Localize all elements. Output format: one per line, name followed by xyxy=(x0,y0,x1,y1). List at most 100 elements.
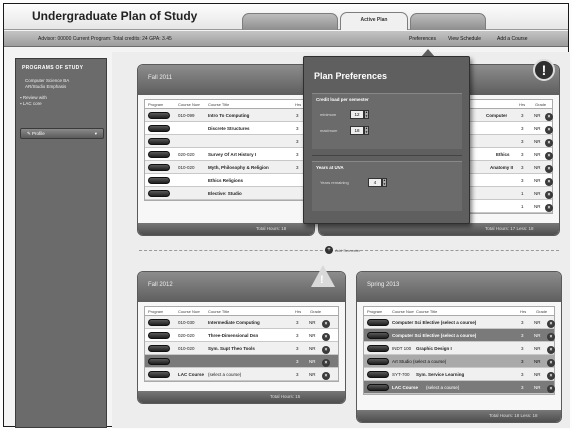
course-grade: NR xyxy=(534,333,541,338)
remove-course-icon[interactable]: × xyxy=(322,320,330,328)
add-semester-label[interactable]: Add Semester xyxy=(335,248,360,253)
profile-button[interactable]: ✎ Profile ▾ xyxy=(20,128,104,139)
table-row[interactable]: Ethics Religions xyxy=(145,174,307,187)
program-tag[interactable] xyxy=(367,345,389,352)
tab-previous-plan[interactable] xyxy=(242,13,338,30)
course-grade: NR xyxy=(534,359,541,364)
program-tag[interactable] xyxy=(148,371,170,378)
col-program: Program xyxy=(367,309,383,314)
course-grade: NR xyxy=(534,126,541,131)
course-title: Graphic Design I xyxy=(416,346,452,351)
program-tag[interactable] xyxy=(148,125,170,132)
course-title: Sym. Service Learning xyxy=(416,372,465,377)
table-row[interactable]: LAC Course (select a course) 3 NR × xyxy=(364,381,555,394)
program-tag[interactable] xyxy=(148,151,170,158)
course-grade: NR xyxy=(534,139,541,144)
program-tag[interactable] xyxy=(367,371,389,378)
col-course-num: Course Num xyxy=(178,102,201,107)
program-tag[interactable] xyxy=(148,177,170,184)
col-course-num: Course Num xyxy=(392,309,415,314)
preferences-link[interactable]: Preferences xyxy=(409,36,436,42)
table-row[interactable]: 020-020 Three-Dimensional Dsn 3 NR × xyxy=(145,329,338,342)
program-tag[interactable] xyxy=(148,319,170,326)
program-tag[interactable] xyxy=(148,345,170,352)
remove-course-icon[interactable]: × xyxy=(322,359,330,367)
semester-name: Spring 2013 xyxy=(367,282,400,288)
table-row[interactable]: Elective: Studio xyxy=(145,187,307,200)
program-tag[interactable] xyxy=(148,358,170,365)
remove-course-icon[interactable]: × xyxy=(547,385,555,393)
table-row[interactable]: 010-020 Myth, Philosophy & Religion 3 xyxy=(145,161,307,174)
remove-course-icon[interactable]: × xyxy=(545,113,553,121)
max-credits-arrows[interactable]: ▲ ▼ xyxy=(364,126,369,135)
min-credits-stepper[interactable]: 12 xyxy=(350,110,364,119)
table-row[interactable]: 3 NR × xyxy=(145,355,338,368)
course-hrs: 3 xyxy=(296,152,299,157)
program-tag[interactable] xyxy=(148,138,170,145)
sidebar-bullet-text: LAC core xyxy=(22,101,42,106)
table-row[interactable]: Discrete Structures 3 xyxy=(145,122,307,135)
course-hrs: 3 xyxy=(296,113,299,118)
add-course-link[interactable]: Add a Course xyxy=(497,36,528,42)
popover-title: Plan Preferences xyxy=(314,71,388,81)
years-arrows[interactable]: ▲ ▼ xyxy=(382,178,387,187)
semester-name: Fall 2012 xyxy=(148,282,173,288)
table-row[interactable]: 010-030 Intermediate Computing 3 NR × xyxy=(145,316,338,329)
remove-course-icon[interactable]: × xyxy=(547,346,555,354)
program-tag[interactable] xyxy=(148,332,170,339)
table-row[interactable]: LAC Course (select a course) 3 NR × xyxy=(145,368,338,381)
table-row[interactable]: Art Studio (select a course) 3 NR × xyxy=(364,355,555,368)
course-num: 010-020 xyxy=(178,165,195,170)
program-tag[interactable] xyxy=(367,384,389,391)
remove-course-icon[interactable]: × xyxy=(545,191,553,199)
col-course-title: Course Title xyxy=(416,309,438,314)
course-title: (select a course) xyxy=(208,372,242,377)
tab-active-plan[interactable]: Active Plan xyxy=(340,12,408,30)
table-row[interactable]: INDT 100 Graphic Design I 3 NR × xyxy=(364,342,555,355)
remove-course-icon[interactable]: × xyxy=(545,165,553,173)
table-row[interactable]: 010-020 Sym. Supt Theo Tools 3 NR × xyxy=(145,342,338,355)
remove-course-icon[interactable]: × xyxy=(547,333,555,341)
program-tag[interactable] xyxy=(367,332,389,339)
course-num: LAC Course xyxy=(178,372,205,377)
max-credits-stepper[interactable]: 18 xyxy=(350,126,364,135)
years-stepper[interactable]: 4 xyxy=(368,178,382,187)
table-row[interactable]: 010-099 Intro To Computing 3 xyxy=(145,109,307,122)
course-hrs: 3 xyxy=(521,152,524,157)
years-remaining-label: Years remaining xyxy=(320,180,349,185)
program-tag[interactable] xyxy=(148,190,170,197)
total-hours: Total Hours: 15 xyxy=(270,394,301,399)
remove-course-icon[interactable]: × xyxy=(545,126,553,134)
chevron-down-icon[interactable]: ▾ xyxy=(95,129,97,138)
view-schedule-link[interactable]: View Schedule xyxy=(448,36,481,42)
remove-course-icon[interactable]: × xyxy=(322,333,330,341)
remove-course-icon[interactable]: × xyxy=(322,372,330,380)
remove-course-icon[interactable]: × xyxy=(545,204,553,212)
remove-course-icon[interactable]: × xyxy=(545,139,553,147)
program-tag[interactable] xyxy=(367,358,389,365)
table-row[interactable]: 3 xyxy=(145,135,307,148)
alert-icon[interactable]: ! xyxy=(533,59,555,81)
program-tag[interactable] xyxy=(148,112,170,119)
years-title: Years at UVA xyxy=(316,165,344,170)
table-row[interactable]: Computer Sci Elective (select a course) … xyxy=(364,329,555,342)
tab-alternate-plan[interactable] xyxy=(410,13,486,30)
program-tag[interactable] xyxy=(367,319,389,326)
min-credits-arrows[interactable]: ▲ ▼ xyxy=(364,110,369,119)
remove-course-icon[interactable]: × xyxy=(547,320,555,328)
add-semester-icon[interactable]: + xyxy=(325,246,333,254)
remove-course-icon[interactable]: × xyxy=(545,152,553,160)
course-title: Myth, Philosophy & Religion xyxy=(208,165,269,170)
remove-course-icon[interactable]: × xyxy=(545,178,553,186)
table-row[interactable]: 020-020 Survey Of Art History I 3 xyxy=(145,148,307,161)
program-tag[interactable] xyxy=(148,164,170,171)
remove-course-icon[interactable]: × xyxy=(547,372,555,380)
course-grade: NR xyxy=(534,346,541,351)
sidebar-bullet: ▪ LAC core xyxy=(20,101,42,106)
remove-course-icon[interactable]: × xyxy=(547,359,555,367)
table-row[interactable]: SYT-700 Sym. Service Learning 3 NR × xyxy=(364,368,555,381)
table-row[interactable]: Computer Sci Elective (select a course) … xyxy=(364,316,555,329)
course-grade: NR xyxy=(534,113,541,118)
course-title: Discrete Structures xyxy=(208,126,250,131)
remove-course-icon[interactable]: × xyxy=(322,346,330,354)
